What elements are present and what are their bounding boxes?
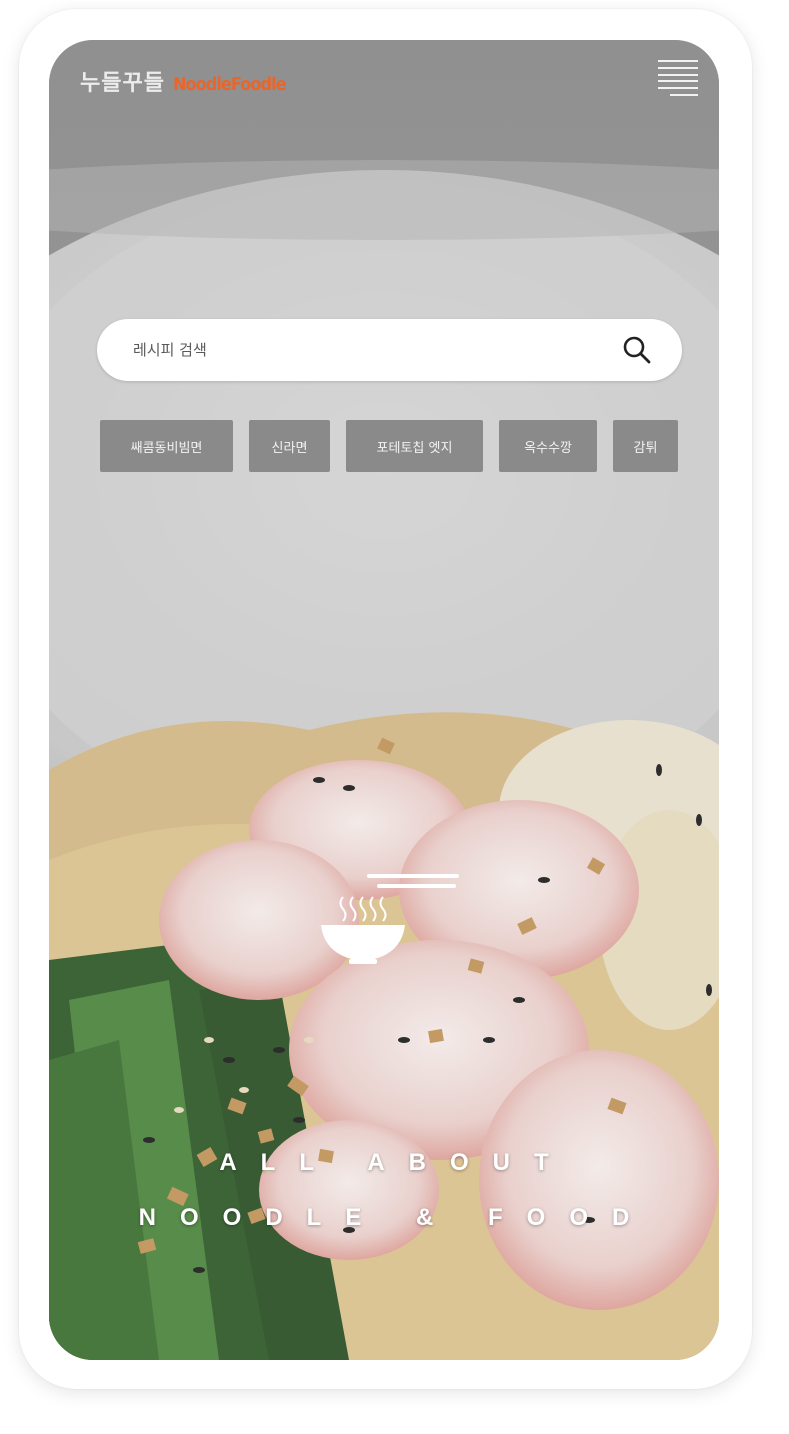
tag-chip[interactable]: 신라면: [249, 420, 330, 472]
search-icon[interactable]: [622, 335, 652, 365]
menu-line: [658, 80, 698, 83]
tagline-line-1: ALL ABOUT: [219, 1149, 573, 1176]
tag-chip[interactable]: 옥수수깡: [499, 420, 597, 472]
tag-chip[interactable]: 포테토칩 엣지: [346, 420, 483, 472]
logo-korean-text: 누들꾸들: [80, 71, 165, 96]
brand-logo[interactable]: 누들꾸들 NoodleFoodle: [80, 65, 287, 97]
search-input[interactable]: [131, 340, 595, 360]
hamburger-menu-icon[interactable]: [658, 60, 698, 96]
menu-line: [658, 87, 698, 90]
tag-chip[interactable]: 쌔콤동비빔면: [100, 420, 233, 472]
menu-line: [658, 66, 698, 69]
recipe-search-bar: [97, 319, 682, 381]
menu-line: [658, 60, 698, 62]
tag-chip[interactable]: 감튀: [613, 420, 678, 472]
logo-english-text: NoodleFoodle: [172, 74, 287, 95]
menu-line: [658, 73, 698, 76]
app-screen: 누들꾸들 NoodleFoodle 쌔콤동비빔면 신라면 포테토칩 엣지 옥수수…: [49, 40, 719, 1360]
noodle-bowl-icon: [321, 874, 459, 964]
tagline-line-2: NOODLE & FOOD: [138, 1204, 654, 1231]
menu-line: [670, 93, 698, 96]
